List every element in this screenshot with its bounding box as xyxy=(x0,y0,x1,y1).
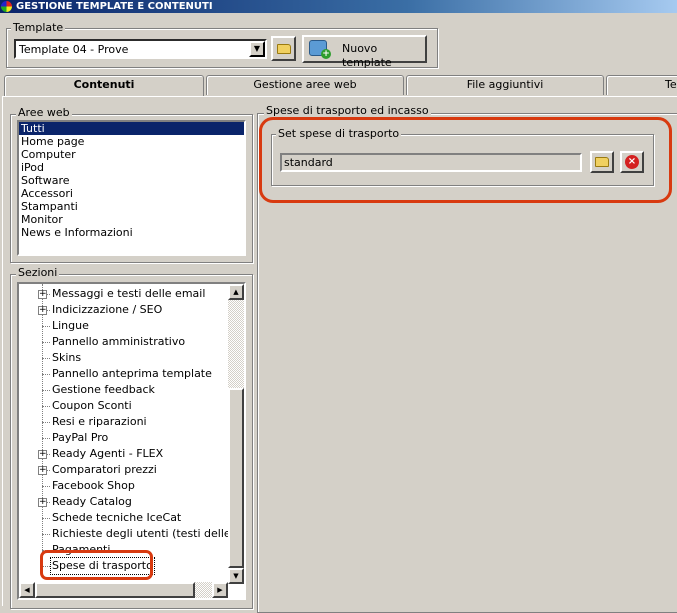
expand-icon[interactable]: + xyxy=(38,290,47,299)
tree-connector xyxy=(42,326,50,327)
list-item[interactable]: News e Informazioni xyxy=(19,226,244,239)
tree-item[interactable]: Lingue xyxy=(19,318,228,334)
tree-connector xyxy=(42,486,50,487)
tree-item[interactable]: Facebook Shop xyxy=(19,478,228,494)
folder-icon xyxy=(277,44,291,54)
new-template-label: Nuovo template xyxy=(342,42,392,69)
list-item[interactable]: Computer xyxy=(19,148,244,161)
tree-item-label: Skins xyxy=(52,351,82,364)
tree-item[interactable]: Pannello anteprima template xyxy=(19,366,228,382)
tree-connector xyxy=(42,374,50,375)
tree-connector xyxy=(42,422,50,423)
tree-connector xyxy=(42,534,50,535)
tab-label: File aggiuntivi xyxy=(466,78,544,91)
tree-item-label: PayPal Pro xyxy=(52,431,109,444)
tree-item-label: Pannello anteprima template xyxy=(52,367,212,380)
template-group-label: Template xyxy=(11,21,66,34)
tree-connector xyxy=(42,390,50,391)
tree-item-label: Lingue xyxy=(52,319,89,332)
list-item[interactable]: Monitor xyxy=(19,213,244,226)
tree-item[interactable]: + Comparatori prezzi xyxy=(19,462,228,478)
tree-item-label: Gestione feedback xyxy=(52,383,155,396)
tree-connector xyxy=(42,438,50,439)
tree-item-label: Ready Catalog xyxy=(52,495,132,508)
tab-file-aggiuntivi[interactable]: File aggiuntivi xyxy=(406,75,604,95)
tree-item[interactable]: + Ready Catalog xyxy=(19,494,228,510)
tab-label: Contenuti xyxy=(73,78,135,91)
tree-item-label: Comparatori prezzi xyxy=(52,463,157,476)
tree-item[interactable]: Gestione feedback xyxy=(19,382,228,398)
sezioni-label: Sezioni xyxy=(16,266,60,279)
list-item[interactable]: Stampanti xyxy=(19,200,244,213)
aree-web-list[interactable]: Tutti Home page Computer iPod Software A… xyxy=(17,120,246,256)
aree-web-label: Aree web xyxy=(16,106,72,119)
tree-vertical-scrollbar[interactable]: ▲ ▼ xyxy=(228,284,244,584)
window-title: GESTIONE TEMPLATE E CONTENUTI xyxy=(16,1,213,12)
scroll-right-button[interactable]: ▶ xyxy=(212,582,228,598)
hscroll-thumb[interactable] xyxy=(35,582,195,598)
tree-item[interactable]: Resi e riparazioni xyxy=(19,414,228,430)
tree-item-label: Resi e riparazioni xyxy=(52,415,147,428)
tree-connector xyxy=(42,406,50,407)
tree-item[interactable]: Schede tecniche IceCat xyxy=(19,510,228,526)
tree-connector xyxy=(42,358,50,359)
scroll-thumb[interactable] xyxy=(228,388,244,568)
scroll-up-button[interactable]: ▲ xyxy=(228,284,244,300)
tree-horizontal-scrollbar[interactable]: ◀ ▶ xyxy=(19,582,228,598)
list-item[interactable]: Tutti xyxy=(19,122,244,135)
content-group-label: Spese di trasporto ed incasso xyxy=(264,104,431,117)
tree-item[interactable]: + Messaggi e testi delle email xyxy=(19,286,228,302)
tab-label: Gestione aree web xyxy=(253,78,357,91)
tree-item[interactable]: Skins xyxy=(19,350,228,366)
window-titlebar: GESTIONE TEMPLATE E CONTENUTI xyxy=(0,0,677,13)
scroll-left-button[interactable]: ◀ xyxy=(19,582,35,598)
tab-contenuti[interactable]: Contenuti xyxy=(4,75,204,97)
tab-label: Ter xyxy=(665,78,677,91)
open-template-button[interactable] xyxy=(271,36,296,61)
list-item[interactable]: iPod xyxy=(19,161,244,174)
expand-icon[interactable]: + xyxy=(38,466,47,475)
tree-connector xyxy=(42,518,50,519)
list-item[interactable]: Accessori xyxy=(19,187,244,200)
tree-item-label: Coupon Sconti xyxy=(52,399,132,412)
tab-extra[interactable]: Ter xyxy=(606,75,677,95)
new-template-button[interactable]: + Nuovo template xyxy=(302,35,427,69)
template-select[interactable]: Template 04 - Prove ▼ xyxy=(14,39,267,59)
tree-item[interactable]: PayPal Pro xyxy=(19,430,228,446)
tree-item-label: Richieste degli utenti (testi delle emai… xyxy=(52,527,246,540)
tree-item[interactable]: Richieste degli utenti (testi delle emai… xyxy=(19,526,244,542)
tree-item-label: Pannello amministrativo xyxy=(52,335,186,348)
expand-icon[interactable]: + xyxy=(38,450,47,459)
app-icon xyxy=(1,1,12,12)
expand-icon[interactable]: + xyxy=(38,306,47,315)
tree-item[interactable]: Pannello amministrativo xyxy=(19,334,228,350)
list-item[interactable]: Home page xyxy=(19,135,244,148)
tree-item-label: Ready Agenti - FLEX xyxy=(52,447,164,460)
tree-item[interactable]: Coupon Sconti xyxy=(19,398,228,414)
chevron-down-icon[interactable]: ▼ xyxy=(249,41,265,57)
tree-item-label: Messaggi e testi delle email xyxy=(52,287,206,300)
tree-item[interactable]: + Indicizzazione / SEO xyxy=(19,302,228,318)
tab-gestione-aree-web[interactable]: Gestione aree web xyxy=(206,75,404,95)
expand-icon[interactable]: + xyxy=(38,498,47,507)
tree-connector xyxy=(42,342,50,343)
scroll-down-button[interactable]: ▼ xyxy=(228,568,244,584)
template-select-value: Template 04 - Prove xyxy=(19,43,129,56)
highlight-frame-set xyxy=(259,117,672,203)
plus-icon: + xyxy=(321,49,331,59)
list-item[interactable]: Software xyxy=(19,174,244,187)
tree-item[interactable]: + Ready Agenti - FLEX xyxy=(19,446,228,462)
tree-item-label: Schede tecniche IceCat xyxy=(52,511,182,524)
tree-item-label: Facebook Shop xyxy=(52,479,135,492)
highlight-frame-tree xyxy=(40,550,153,580)
tree-item-label: Indicizzazione / SEO xyxy=(52,303,163,316)
